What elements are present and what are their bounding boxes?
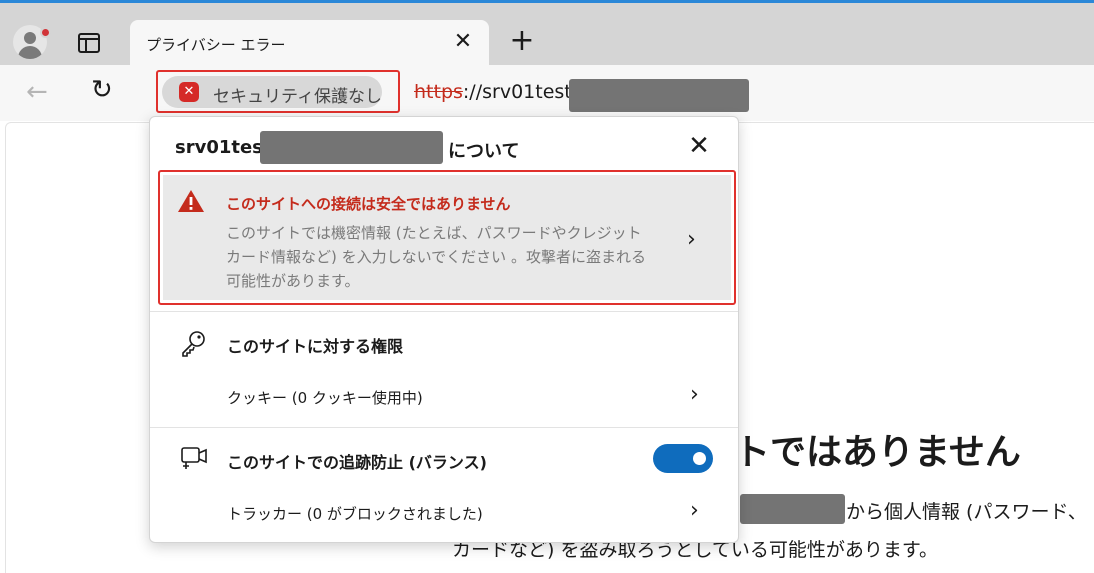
chevron-right-icon[interactable]: › (690, 498, 699, 523)
error-page-heading: トではありません (734, 432, 1021, 473)
url-redaction (569, 79, 749, 112)
address-toolbar: ← ↻ ✕ セキュリティ保護なし https://srv01test. (0, 65, 1094, 121)
tab-strip: プライバシー エラー ✕ + (0, 3, 1094, 68)
cookies-item[interactable]: クッキー (0 クッキー使用中) (227, 387, 423, 408)
divider (150, 427, 738, 428)
popup-about-label: について (448, 141, 520, 162)
not-secure-icon: ✕ (179, 82, 199, 102)
chevron-right-icon[interactable]: › (690, 382, 699, 407)
permissions-title: このサイトに対する権限 (227, 337, 404, 356)
site-info-button[interactable]: ✕ セキュリティ保護なし (162, 76, 382, 108)
url-host: ://srv01test. (462, 81, 578, 103)
tab-privacy-error[interactable]: プライバシー エラー ✕ (130, 20, 489, 68)
tracking-title: このサイトでの追跡防止 (バランス) (227, 453, 487, 472)
connection-warning-highlight: このサイトへの接続は安全ではありません このサイトでは機密情報 (たとえば、パス… (158, 170, 736, 305)
address-bar-url[interactable]: https://srv01test. (414, 81, 578, 103)
avatar-body (18, 46, 42, 59)
popup-host-redaction (260, 131, 443, 164)
site-info-popup: srv01test. について ✕ このサイトへの接続は安全ではありません この… (149, 116, 739, 543)
chevron-right-icon: › (687, 227, 696, 252)
divider (150, 311, 738, 312)
tab-close-icon[interactable]: ✕ (451, 30, 475, 54)
toggle-knob (693, 452, 706, 465)
vertical-tabs-icon[interactable] (78, 33, 100, 53)
error-page-line1: から個人情報 (パスワード、 (846, 501, 1087, 523)
profile-notification-badge (40, 27, 51, 38)
security-status-label: セキュリティ保護なし (213, 87, 382, 107)
popup-close-icon[interactable]: ✕ (686, 133, 712, 159)
key-icon (182, 331, 205, 357)
new-tab-button[interactable]: + (508, 26, 536, 56)
security-indicator-highlight: ✕ セキュリティ保護なし (156, 70, 400, 113)
tracking-prevention-toggle[interactable] (653, 444, 713, 473)
url-scheme: https (414, 81, 463, 103)
connection-warning-item[interactable]: このサイトへの接続は安全ではありません このサイトでは機密情報 (たとえば、パス… (163, 175, 731, 300)
refresh-button[interactable]: ↻ (91, 75, 121, 105)
trackers-item[interactable]: トラッカー (0 がブロックされました) (227, 503, 483, 524)
back-button[interactable]: ← (26, 77, 48, 107)
popup-header: srv01test. について ✕ (150, 117, 738, 172)
warning-description: このサイトでは機密情報 (たとえば、パスワードやクレジット カード情報など) を… (226, 224, 646, 290)
tracking-prevention-icon (181, 447, 207, 469)
avatar-head (24, 32, 36, 44)
warning-title: このサイトへの接続は安全ではありません (226, 195, 511, 213)
tab-title: プライバシー エラー (146, 36, 286, 54)
warning-triangle-icon (178, 190, 204, 212)
page-host-redaction (740, 494, 845, 524)
